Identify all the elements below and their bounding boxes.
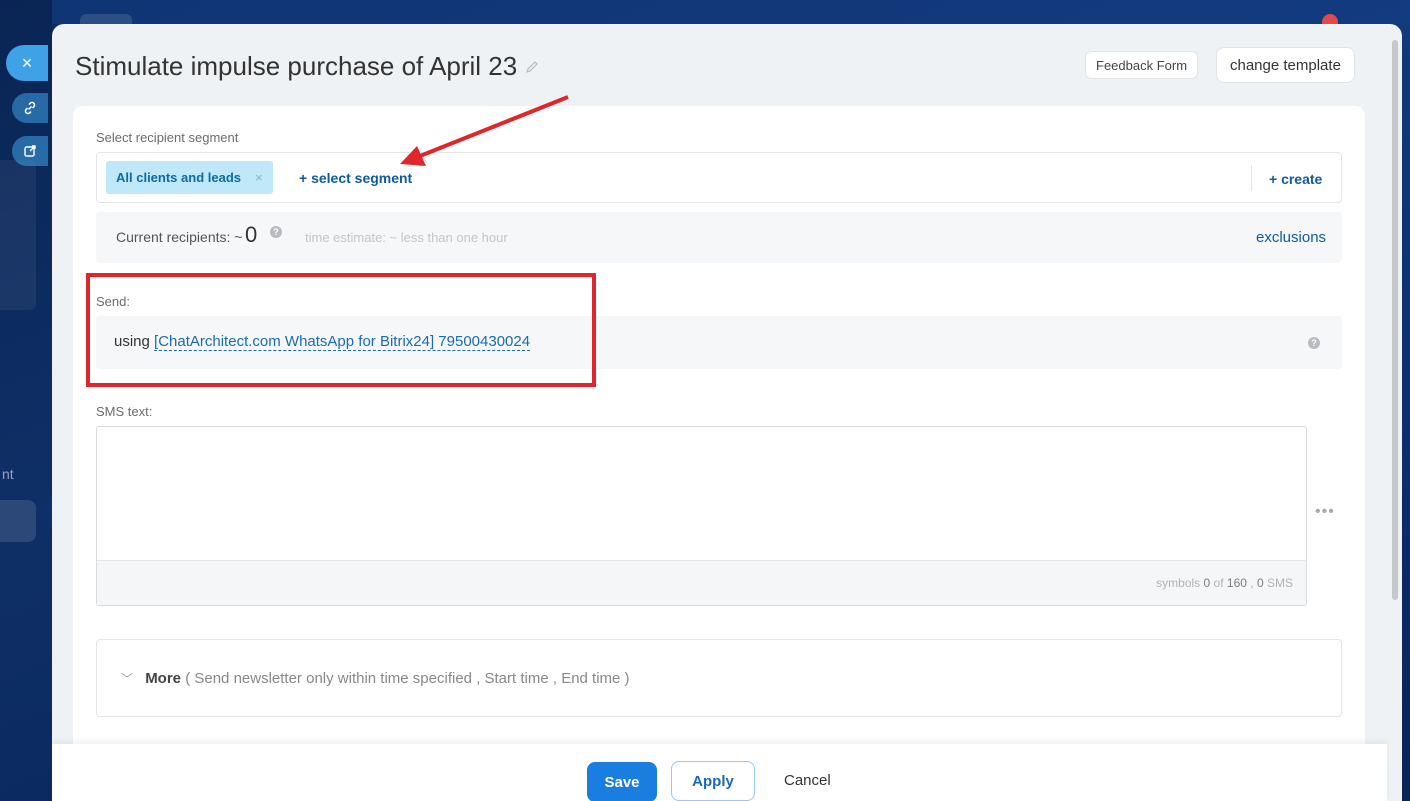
sms-text-area[interactable]: symbols 0 of 160 , 0 SMS: [96, 426, 1307, 606]
background-menu-item: [0, 500, 36, 542]
chevron-down-icon: ﹀: [121, 672, 134, 686]
send-prefix: using: [114, 333, 150, 350]
background-topbar: [52, 0, 1410, 24]
symbol-limit: 160: [1226, 576, 1247, 590]
settings-card: Select recipient segment All clients and…: [73, 106, 1365, 801]
sms-count: 0: [1256, 576, 1264, 590]
more-details: ( Send newsletter only within time speci…: [185, 670, 630, 687]
more-toggle[interactable]: ﹀ More ( Send newsletter only within tim…: [121, 670, 630, 687]
sms-footer: symbols 0 of 160 , 0 SMS: [97, 560, 1306, 605]
close-slider-button[interactable]: ×: [6, 45, 48, 81]
recipients-label: Current recipients: ~: [116, 229, 243, 245]
symbol-count: 0: [1203, 576, 1211, 590]
scrollbar[interactable]: [1392, 40, 1398, 600]
more-label: More: [145, 670, 182, 687]
feedback-form-button[interactable]: Feedback Form: [1085, 51, 1199, 79]
recipients-count: 0: [245, 222, 258, 247]
segment-divider: [1251, 165, 1252, 191]
link-icon: [24, 101, 36, 115]
send-channel-link[interactable]: [ChatArchitect.com WhatsApp for Bitrix24…: [154, 333, 531, 351]
background-menu-block: [0, 160, 36, 310]
select-segment-link[interactable]: + select segment: [299, 170, 412, 186]
pencil-icon[interactable]: [525, 60, 539, 74]
apply-button[interactable]: Apply: [671, 761, 755, 801]
time-estimate: time estimate: ~ less than one hour: [305, 230, 508, 245]
counter-of: of: [1213, 576, 1224, 590]
close-icon: ×: [21, 52, 33, 73]
help-icon[interactable]: ?: [1308, 337, 1320, 349]
more-options-icon[interactable]: •••: [1315, 503, 1335, 521]
send-channel-bar: using [ChatArchitect.com WhatsApp for Bi…: [96, 316, 1342, 369]
footer-bar: Save Apply Cancel: [52, 744, 1387, 801]
sms-symbol-counter: symbols 0 of 160 , 0 SMS: [1156, 576, 1293, 590]
save-button[interactable]: Save: [587, 762, 657, 801]
segment-label: Select recipient segment: [96, 130, 239, 145]
recipients-bar: Current recipients: ~ 0 ? time estimate:…: [96, 212, 1342, 263]
copy-link-button[interactable]: [12, 93, 48, 123]
send-label: Send:: [96, 294, 130, 309]
page-title: Stimulate impulse purchase of April 23: [75, 51, 539, 82]
background-notification-badge: [1322, 14, 1338, 24]
more-section[interactable]: ﹀ More ( Send newsletter only within tim…: [96, 639, 1342, 717]
sms-suffix: SMS: [1266, 576, 1293, 590]
change-template-button[interactable]: change template: [1216, 47, 1355, 83]
segment-tag-label: All clients and leads: [116, 170, 241, 185]
exclusions-link[interactable]: exclusions: [1256, 229, 1326, 246]
segment-tag[interactable]: All clients and leads ×: [106, 161, 273, 194]
sms-text-label: SMS text:: [96, 404, 153, 419]
page-title-text: Stimulate impulse purchase of April 23: [75, 51, 518, 81]
segment-selector: All clients and leads × + select segment…: [96, 152, 1342, 203]
external-link-icon: [24, 145, 36, 157]
remove-segment-icon[interactable]: ×: [255, 170, 263, 185]
create-segment-link[interactable]: + create: [1269, 171, 1322, 187]
counter-prefix: symbols: [1156, 576, 1201, 590]
open-new-window-button[interactable]: [12, 136, 48, 166]
newsletter-editor-panel: Stimulate impulse purchase of April 23 F…: [52, 24, 1402, 801]
send-channel: using [ChatArchitect.com WhatsApp for Bi…: [114, 333, 531, 351]
background-menu-text: nt: [2, 466, 14, 482]
help-icon[interactable]: ?: [270, 226, 282, 238]
cancel-button[interactable]: Cancel: [784, 772, 831, 789]
